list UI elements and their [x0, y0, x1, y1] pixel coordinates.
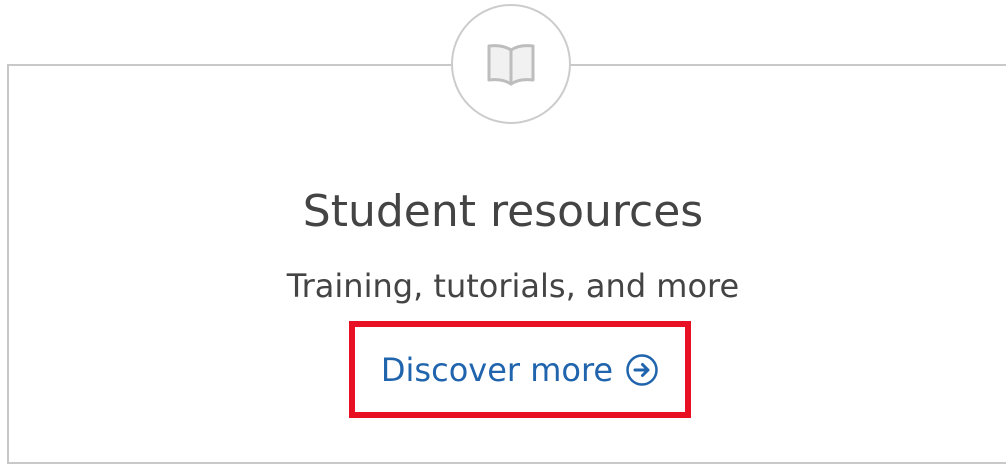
icon-badge	[451, 4, 571, 124]
discover-more-highlight-box: Discover more	[349, 321, 691, 418]
card-title: Student resources	[302, 186, 704, 237]
card-subtitle: Training, tutorials, and more	[286, 267, 740, 305]
discover-more-label: Discover more	[380, 350, 614, 389]
open-book-icon	[483, 40, 539, 88]
discover-more-link[interactable]: Discover more	[381, 348, 659, 392]
arrow-right-circle-icon	[625, 353, 659, 387]
